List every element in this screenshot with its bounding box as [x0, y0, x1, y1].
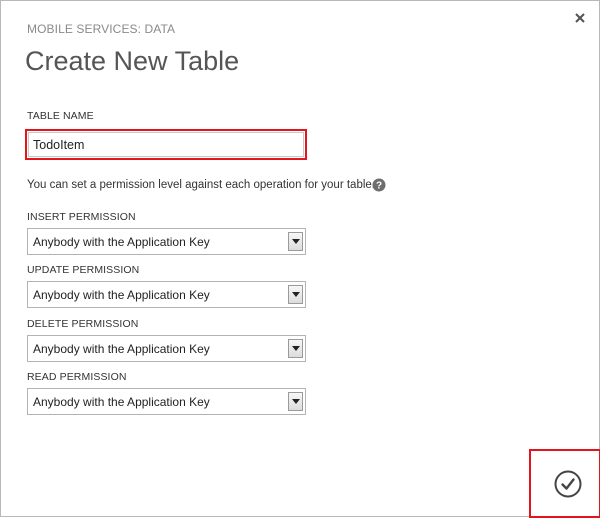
table-name-input[interactable]: [28, 132, 304, 157]
dialog-subtitle: MOBILE SERVICES: DATA: [27, 22, 176, 36]
read-permission-select[interactable]: Anybody with the Application Key: [27, 388, 306, 415]
close-icon: [573, 11, 587, 25]
help-icon[interactable]: ?: [372, 178, 386, 192]
read-permission-label: READ PERMISSION: [27, 371, 127, 383]
update-permission-label: UPDATE PERMISSION: [27, 264, 140, 276]
insert-permission-value: Anybody with the Application Key: [33, 235, 210, 249]
update-permission-value: Anybody with the Application Key: [33, 288, 210, 302]
dropdown-arrow-icon[interactable]: [288, 285, 303, 304]
confirm-button[interactable]: [554, 470, 582, 498]
delete-permission-select[interactable]: Anybody with the Application Key: [27, 335, 306, 362]
insert-permission-label: INSERT PERMISSION: [27, 211, 136, 223]
delete-permission-value: Anybody with the Application Key: [33, 342, 210, 356]
table-name-label: TABLE NAME: [27, 110, 94, 122]
delete-permission-label: DELETE PERMISSION: [27, 318, 139, 330]
update-permission-select[interactable]: Anybody with the Application Key: [27, 281, 306, 308]
insert-permission-select[interactable]: Anybody with the Application Key: [27, 228, 306, 255]
permission-description: You can set a permission level against e…: [27, 179, 375, 191]
dialog-title: Create New Table: [25, 46, 240, 76]
create-table-dialog: MOBILE SERVICES: DATA Create New Table T…: [0, 0, 600, 518]
close-button[interactable]: [573, 11, 587, 25]
svg-text:?: ?: [376, 181, 382, 192]
read-permission-value: Anybody with the Application Key: [33, 395, 210, 409]
checkmark-circle-icon: [554, 470, 582, 498]
dropdown-arrow-icon[interactable]: [288, 232, 303, 251]
dropdown-arrow-icon[interactable]: [288, 339, 303, 358]
dropdown-arrow-icon[interactable]: [288, 392, 303, 411]
